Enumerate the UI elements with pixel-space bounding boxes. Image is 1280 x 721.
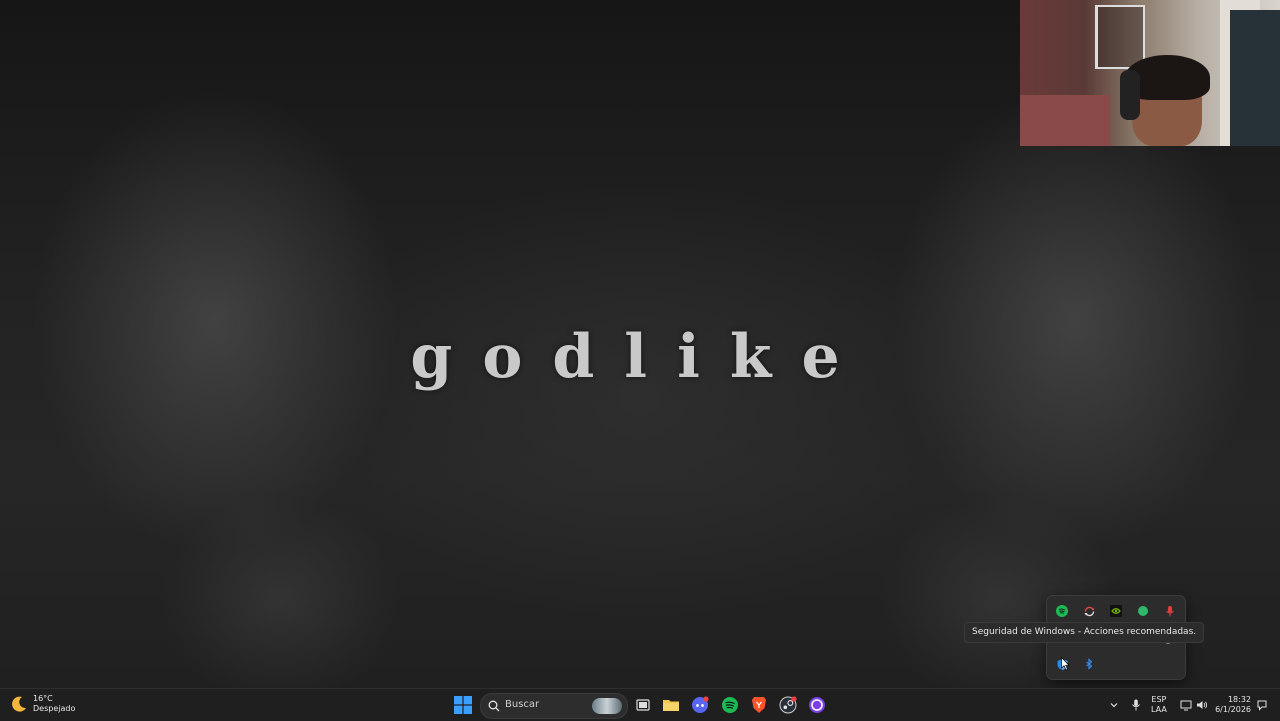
brave-icon[interactable] — [749, 695, 769, 715]
volume-icon[interactable] — [1192, 695, 1212, 715]
moon-icon — [12, 696, 26, 712]
clock-time: 18:32 — [1227, 695, 1251, 704]
webcam-shelf — [1095, 5, 1145, 69]
microphone-red-icon[interactable] — [1163, 604, 1177, 618]
windows-security-tooltip: Seguridad de Windows - Acciones recomend… — [964, 622, 1205, 643]
webcam-bed — [1020, 95, 1110, 146]
weather-widget[interactable]: 16°C Despejado — [10, 694, 75, 714]
weather-temperature: 16°C — [33, 694, 53, 703]
webcam-overlay — [1020, 0, 1280, 146]
spotify-app-icon[interactable] — [720, 695, 740, 715]
task-view-icon[interactable] — [633, 695, 653, 715]
microphone-icon[interactable] — [1126, 695, 1146, 715]
start-button[interactable] — [454, 696, 472, 714]
mouse-cursor-icon — [1061, 657, 1070, 671]
obs-icon[interactable] — [807, 695, 827, 715]
green-status-icon[interactable] — [1136, 604, 1150, 618]
taskbar: 16°C Despejado Buscar ESP LAA 18:32 6/1/… — [0, 688, 1280, 721]
webcam-jacket — [1230, 10, 1280, 146]
weather-condition: Despejado — [33, 704, 76, 713]
steam-app-icon[interactable] — [778, 695, 798, 715]
search-icon — [488, 700, 500, 712]
notification-icon[interactable] — [1252, 695, 1272, 715]
input-language[interactable]: ESP LAA — [1151, 695, 1167, 715]
search-highlight-icon — [592, 698, 622, 714]
bluetooth-icon[interactable] — [1082, 657, 1096, 671]
language-variant: LAA — [1151, 705, 1167, 714]
file-explorer-icon[interactable] — [661, 695, 681, 715]
clock-date: 6/1/2026 — [1215, 705, 1251, 714]
nvidia-icon[interactable] — [1109, 604, 1123, 618]
discord-icon[interactable] — [690, 695, 710, 715]
spotify-icon[interactable] — [1055, 604, 1069, 618]
wallpaper-title: godlike — [410, 322, 870, 392]
chevron-up-icon[interactable] — [1104, 695, 1124, 715]
search-placeholder: Buscar — [505, 699, 540, 710]
taskbar-search-box[interactable]: Buscar — [480, 693, 628, 719]
system-clock[interactable]: 18:32 6/1/2026 — [1213, 695, 1251, 715]
sync-icon[interactable] — [1082, 604, 1096, 618]
language-code: ESP — [1151, 695, 1167, 704]
webcam-headset — [1120, 70, 1140, 120]
